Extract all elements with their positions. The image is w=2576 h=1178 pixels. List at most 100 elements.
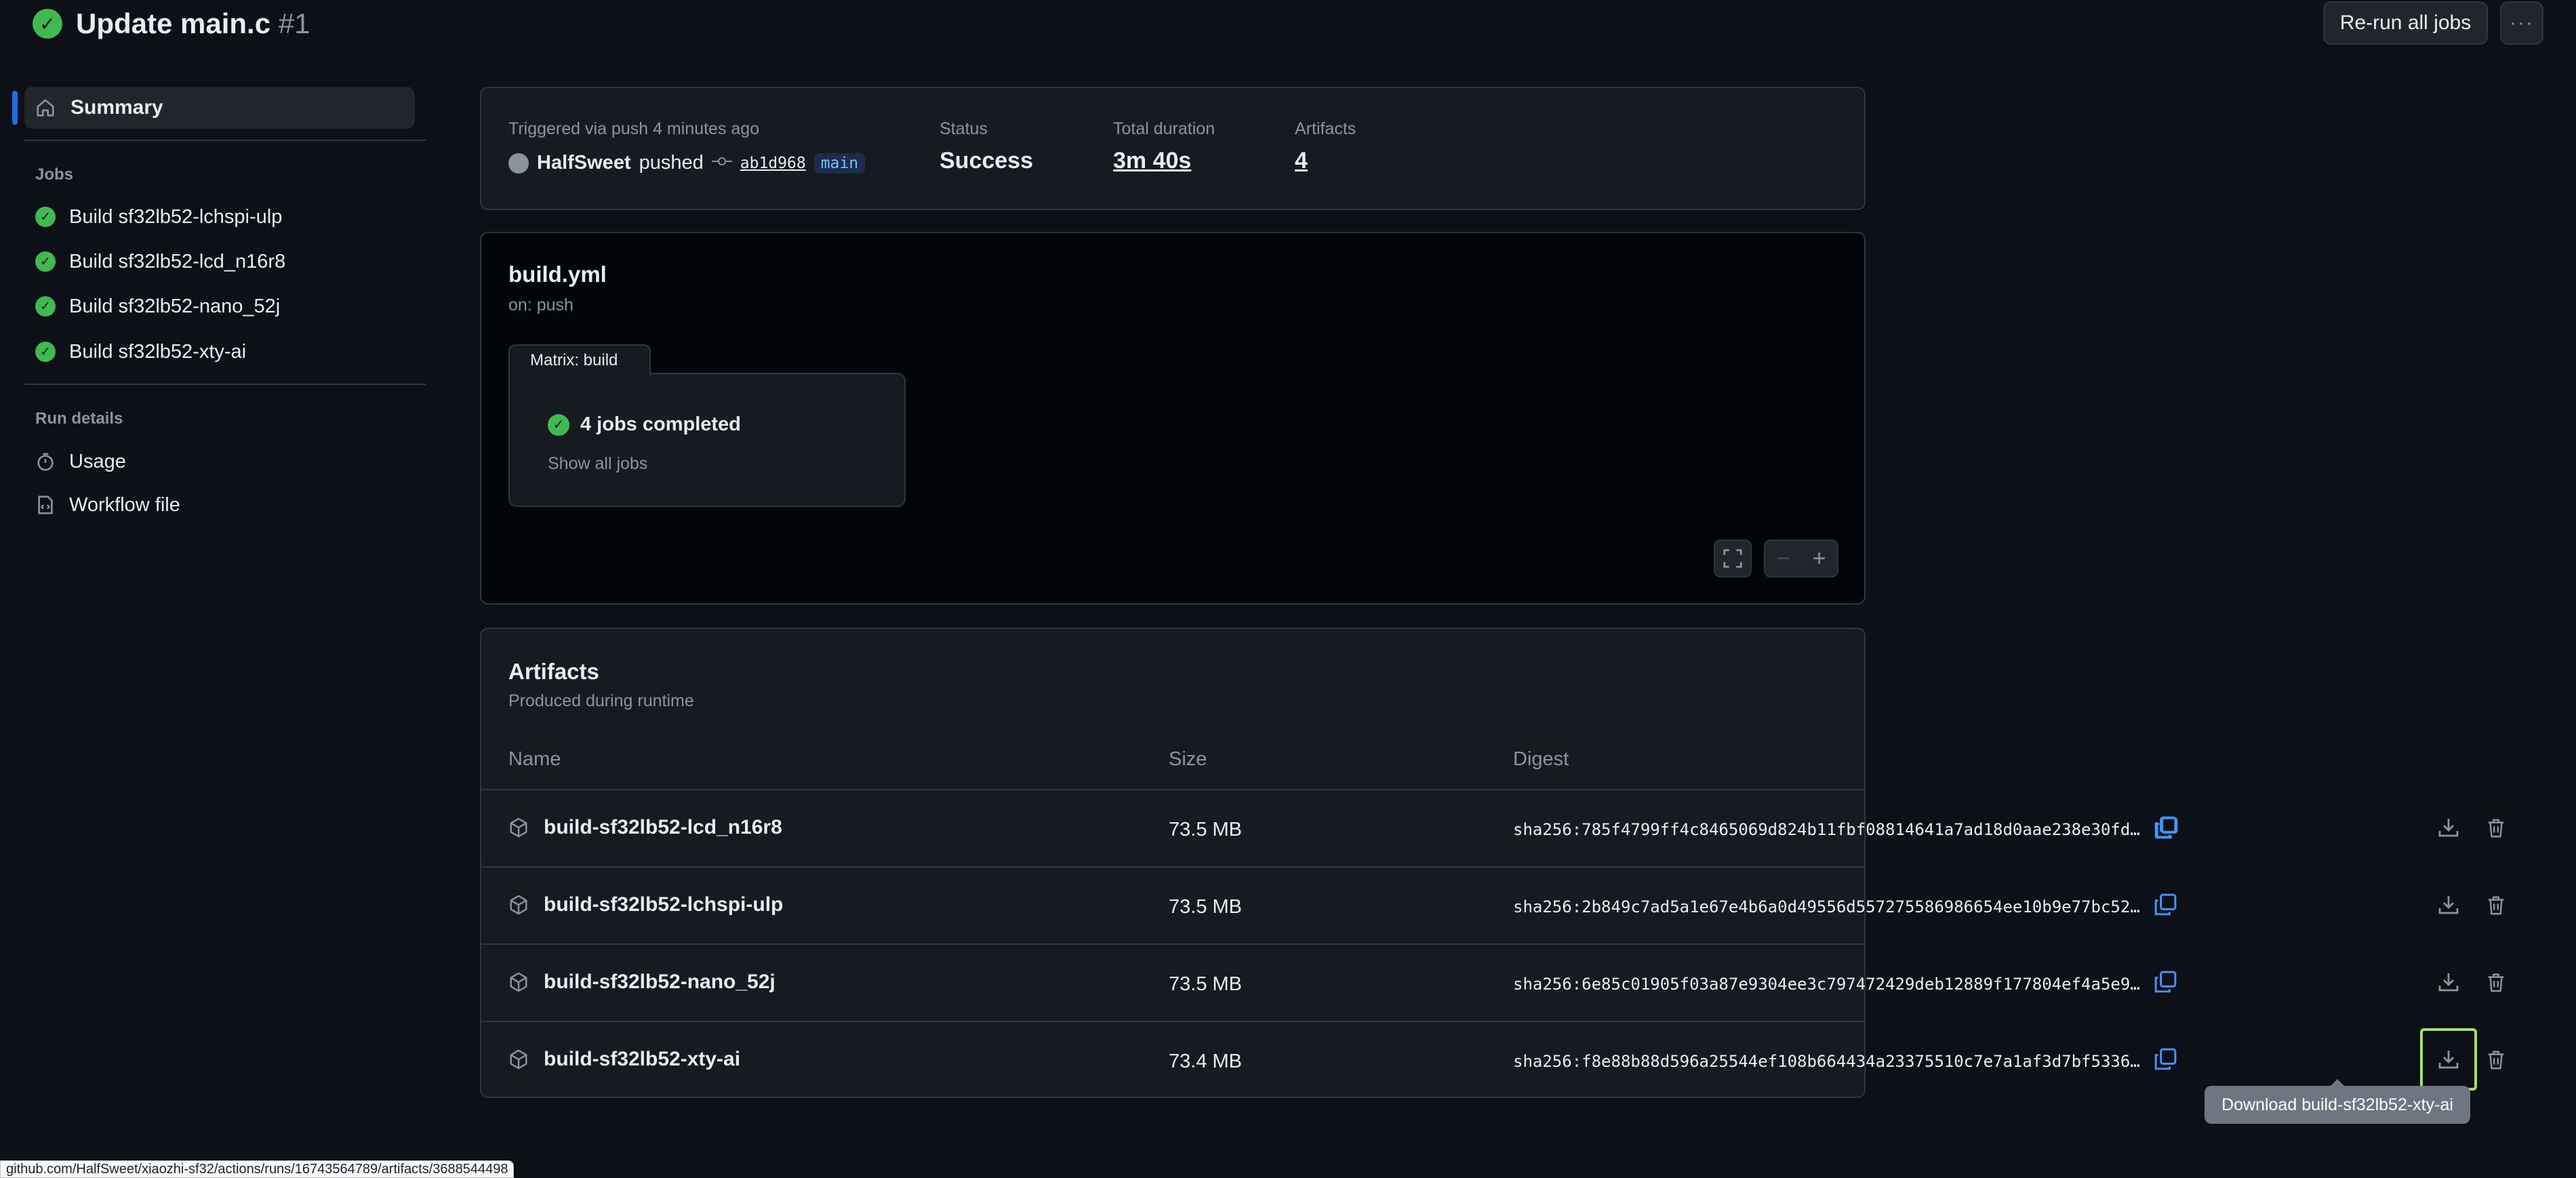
- rerun-all-jobs-button[interactable]: Re-run all jobs: [2323, 1, 2488, 45]
- artifact-name-text: build-sf32lb52-lcd_n16r8: [544, 816, 782, 838]
- artifact-name-text: build-sf32lb52-nano_52j: [544, 971, 776, 993]
- artifact-digest: sha256:6e85c01905f03a87e9304ee3c79747242…: [1513, 975, 2140, 994]
- sidebar-item-summary[interactable]: Summary: [24, 87, 415, 129]
- copy-icon: [2154, 816, 2177, 838]
- commit-sha-link[interactable]: ab1d968: [740, 155, 806, 172]
- show-all-jobs-link[interactable]: Show all jobs: [548, 454, 647, 474]
- copy-icon: [2154, 971, 2177, 993]
- package-icon: [510, 972, 527, 992]
- copy-digest-button[interactable]: [2150, 890, 2180, 920]
- jobs-completed-text: 4 jobs completed: [580, 413, 741, 435]
- sidebar-item-usage[interactable]: Usage: [35, 447, 126, 476]
- sidebar-job-item[interactable]: ✓ Build sf32lb52-lchspi-ulp: [35, 202, 282, 232]
- artifacts-label: Artifacts: [1295, 119, 1356, 138]
- trash-icon: [2488, 896, 2504, 915]
- artifact-size: 73.5 MB: [1169, 819, 1242, 840]
- sidebar-item-label: Usage: [69, 450, 126, 472]
- artifacts-count-link[interactable]: 4: [1295, 148, 1308, 174]
- fullscreen-icon: [1723, 549, 1742, 568]
- column-header-name: Name: [508, 748, 561, 770]
- active-indicator: [12, 91, 18, 125]
- download-artifact-button[interactable]: [2434, 813, 2463, 842]
- download-icon: [2438, 973, 2459, 992]
- action-text: pushed: [639, 152, 704, 174]
- trash-icon: [2488, 819, 2504, 838]
- artifact-size: 73.5 MB: [1169, 896, 1242, 918]
- artifact-name-text: build-sf32lb52-lchspi-ulp: [544, 893, 784, 916]
- delete-artifact-button[interactable]: [2481, 1044, 2511, 1074]
- table-row: build-sf32lb52-xty-ai 73.4 MB sha256:f8e…: [481, 1022, 2140, 1098]
- download-tooltip: Download build-sf32lb52-xty-ai: [2205, 1079, 2470, 1124]
- fullscreen-button[interactable]: [1714, 540, 1752, 577]
- success-check-icon: ✓: [35, 251, 56, 272]
- artifact-size: 73.5 MB: [1169, 973, 1242, 995]
- job-label: Build sf32lb52-xty-ai: [69, 340, 247, 363]
- workflow-graph-panel: build.yml on: push Matrix: build ✓ 4 job…: [480, 232, 1866, 605]
- delete-artifact-button[interactable]: [2481, 890, 2511, 920]
- download-artifact-button[interactable]: [2434, 890, 2463, 920]
- sidebar-item-workflow-file[interactable]: Workflow file: [35, 490, 180, 520]
- commit-icon: [711, 155, 732, 171]
- stopwatch-icon: [35, 451, 56, 472]
- duration-value-link[interactable]: 3m 40s: [1113, 148, 1191, 174]
- artifact-name[interactable]: build-sf32lb52-lcd_n16r8: [508, 816, 782, 839]
- browser-status-url: github.com/HalfSweet/xiaozhi-sf32/action…: [0, 1160, 515, 1178]
- success-check-icon: ✓: [35, 207, 56, 227]
- more-options-button[interactable]: ···: [2500, 1, 2543, 45]
- sidebar-item-label: Workflow file: [69, 493, 180, 516]
- table-row: build-sf32lb52-nano_52j 73.5 MB sha256:6…: [481, 945, 2140, 1021]
- zoom-out-button[interactable]: −: [1765, 541, 1801, 576]
- success-check-icon: ✓: [548, 413, 569, 436]
- avatar: [508, 153, 529, 174]
- table-row: build-sf32lb52-lchspi-ulp 73.5 MB sha256…: [481, 868, 2140, 943]
- copy-icon: [2154, 1048, 2177, 1070]
- run-details-heading: Run details: [35, 409, 123, 428]
- artifact-digest: sha256:2b849c7ad5a1e67e4b6a0d49556d55727…: [1513, 897, 2140, 916]
- duration-label: Total duration: [1113, 119, 1215, 138]
- job-label: Build sf32lb52-nano_52j: [69, 295, 281, 317]
- download-icon-wrap: [2434, 1044, 2463, 1074]
- download-artifact-button-highlighted[interactable]: [2420, 1028, 2477, 1091]
- delete-artifact-button[interactable]: [2481, 967, 2511, 997]
- download-artifact-button[interactable]: [2434, 967, 2463, 997]
- artifact-digest: sha256:785f4799ff4c8465069d824b11fbf0881…: [1513, 820, 2140, 839]
- job-label: Build sf32lb52-lchspi-ulp: [69, 205, 283, 228]
- artifact-name-text: build-sf32lb52-xty-ai: [544, 1048, 741, 1070]
- actor-name[interactable]: HalfSweet: [537, 152, 631, 174]
- copy-digest-button[interactable]: [2150, 813, 2180, 842]
- package-icon: [510, 817, 527, 838]
- sidebar-job-item[interactable]: ✓ Build sf32lb52-lcd_n16r8: [35, 247, 285, 277]
- zoom-controls: − +: [1764, 540, 1838, 577]
- zoom-in-button[interactable]: +: [1801, 541, 1837, 576]
- download-icon: [2438, 1051, 2459, 1069]
- workflow-trigger: on: push: [508, 296, 573, 314]
- page-header: ✓ Update main.c #1: [33, 0, 310, 47]
- matrix-card[interactable]: ✓ 4 jobs completed Show all jobs: [508, 373, 906, 507]
- sidebar-job-item[interactable]: ✓ Build sf32lb52-xty-ai: [35, 337, 246, 367]
- trash-icon: [2488, 973, 2504, 992]
- artifact-name[interactable]: build-sf32lb52-lchspi-ulp: [508, 893, 783, 916]
- delete-artifact-button[interactable]: [2481, 813, 2511, 842]
- workflow-name: build.yml: [508, 262, 607, 287]
- package-icon: [510, 895, 527, 915]
- download-icon: [2438, 896, 2459, 914]
- branch-pill[interactable]: main: [813, 153, 866, 174]
- artifacts-subtitle: Produced during runtime: [508, 691, 694, 710]
- download-icon: [2438, 819, 2459, 837]
- page-title: Update main.c #1: [76, 7, 310, 39]
- sidebar-job-item[interactable]: ✓ Build sf32lb52-nano_52j: [35, 291, 280, 321]
- sidebar-divider: [24, 140, 426, 141]
- file-code-icon: [35, 495, 56, 515]
- trash-icon: [2488, 1051, 2504, 1070]
- package-icon: [510, 1049, 527, 1070]
- jobs-completed-row: ✓ 4 jobs completed: [548, 413, 741, 436]
- copy-digest-button[interactable]: [2150, 967, 2180, 997]
- run-summary-panel: Triggered via push 4 minutes ago HalfSwe…: [480, 87, 1866, 210]
- job-label: Build sf32lb52-lcd_n16r8: [69, 250, 286, 272]
- status-label: Status: [940, 119, 988, 138]
- copy-digest-button[interactable]: [2150, 1044, 2180, 1074]
- status-value: Success: [940, 148, 1033, 174]
- sidebar-item-label: Summary: [71, 96, 163, 119]
- artifact-name[interactable]: build-sf32lb52-nano_52j: [508, 971, 776, 994]
- artifact-name[interactable]: build-sf32lb52-xty-ai: [508, 1048, 740, 1071]
